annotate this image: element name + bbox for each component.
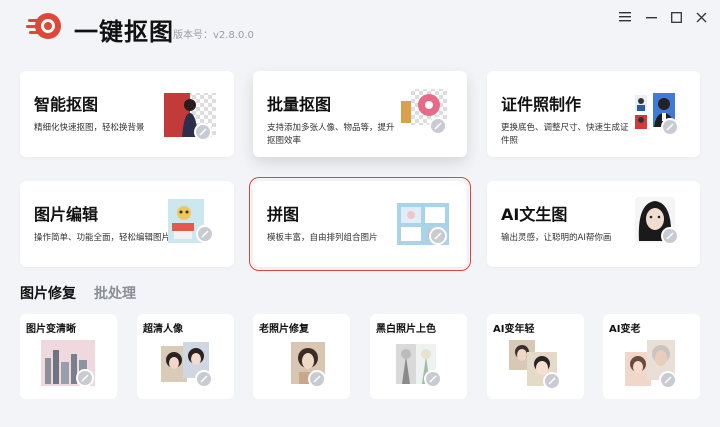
feature-desc: 更换底色、调整尺寸、快速生成证件照 [501,123,629,146]
wand-icon [424,370,442,388]
app-title: 一键抠图 [74,18,174,46]
feature-card-ai-text-to-image[interactable]: AI文生图 输出灵感，让聪明的AI帮你画 [487,181,700,267]
version-label: 版本号：v2.8.0.0 [173,30,254,41]
collage-thumbnail-icon [397,203,451,251]
feature-desc: 支持添加多张人像、物品等，提升抠图效率 [267,123,395,146]
feature-title: AI文生图 [501,205,568,224]
tool-title: 图片变清晰 [26,324,76,335]
app-logo-icon [26,11,64,41]
maximize-icon[interactable] [667,8,685,26]
wand-icon [661,227,679,245]
feature-desc: 输出灵感，让聪明的AI帮你画 [501,233,612,243]
tab-image-repair[interactable]: 图片修复 [20,283,76,303]
tool-title: 超清人像 [143,324,183,335]
tab-batch-processing[interactable]: 批处理 [94,283,136,303]
title-bar: 一键抠图 版本号：v2.8.0.0 [0,0,720,60]
wand-icon [429,227,447,245]
feature-card-batch-cutout[interactable]: 批量抠图 支持添加多张人像、物品等，提升抠图效率 [253,71,467,157]
tool-card-ai-older[interactable]: AI变老 [603,314,700,399]
feature-card-image-edit[interactable]: 图片编辑 操作简单、功能全面，轻松编辑图片 [20,181,234,267]
feature-card-collage[interactable]: 拼图 模板丰富，自由排列组合图片 [249,177,471,271]
tool-card-ai-younger[interactable]: AI变年轻 [487,314,584,399]
feature-title: 证件照制作 [501,95,582,114]
feature-title: 拼图 [267,205,300,224]
feature-title: 批量抠图 [267,95,332,114]
menu-icon[interactable] [616,8,634,26]
feature-title: 智能抠图 [34,95,99,114]
close-icon[interactable] [692,8,710,26]
feature-desc: 操作简单、功能全面，轻松编辑图片 [34,233,171,243]
wand-icon [195,370,213,388]
tool-card-hd-portrait[interactable]: 超清人像 [137,314,234,399]
minimize-icon[interactable] [642,8,660,26]
tool-title: 黑白照片上色 [376,324,436,335]
tool-card-sharpen[interactable]: 图片变清晰 [20,314,117,399]
wand-icon [76,369,94,387]
tool-title: AI变老 [609,324,641,335]
wand-icon [543,372,561,390]
feature-card-id-photo[interactable]: 证件照制作 更换底色、调整尺寸、快速生成证件照 [487,71,700,157]
tool-title: AI变年轻 [493,324,535,335]
tool-card-colorize[interactable]: 黑白照片上色 [370,314,467,399]
wand-icon [661,118,679,136]
tool-card-old-photo-restore[interactable]: 老照片修复 [253,314,350,399]
wand-icon [659,371,677,389]
feature-desc: 精细化快速抠图，轻松换背景 [34,123,145,133]
feature-title: 图片编辑 [34,205,99,224]
tool-title: 老照片修复 [259,324,309,335]
feature-desc: 模板丰富，自由排列组合图片 [267,233,378,243]
wand-icon [196,225,214,243]
wand-icon [194,123,212,141]
feature-card-smart-cutout[interactable]: 智能抠图 精细化快速抠图，轻松换背景 [20,71,234,157]
wand-icon [429,117,447,135]
wand-icon [308,370,326,388]
